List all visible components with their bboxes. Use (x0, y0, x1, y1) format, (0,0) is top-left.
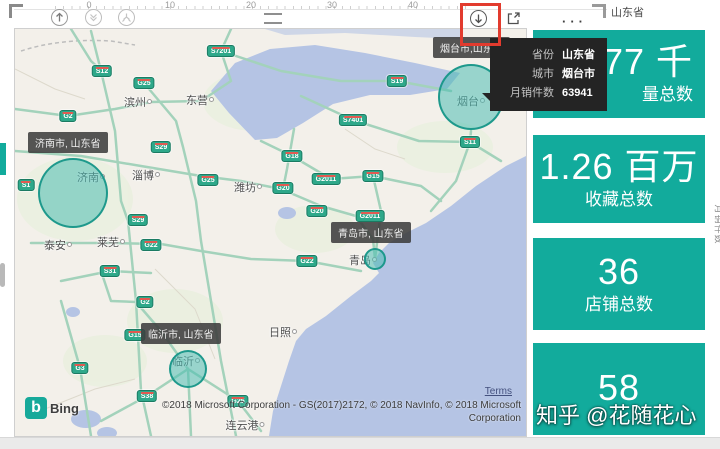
clipped-element-fragment (0, 143, 6, 175)
tooltip-row: 城市烟台市 (500, 65, 597, 84)
map-data-bubble[interactable] (169, 350, 207, 388)
road-shield: S12 (92, 65, 112, 77)
road-shield: S31 (100, 265, 120, 277)
road-shield: G3 (71, 362, 88, 374)
tooltip-label: 城市 (500, 65, 554, 84)
go-to-next-level-icon[interactable] (85, 9, 102, 26)
map-city-label: 连云港 (226, 417, 265, 433)
kpi-value: 77 千 (603, 42, 693, 82)
map-copyright-line2: Corporation (469, 413, 521, 424)
road-shield: G20 (272, 182, 293, 194)
tooltip-value: 烟台市 (562, 65, 595, 84)
expand-all-icon[interactable] (118, 9, 135, 26)
focus-mode-icon[interactable] (505, 10, 522, 27)
page-bottom-strip (0, 437, 720, 449)
bing-logo-icon: b (25, 397, 47, 419)
map-city-label: 莱芜 (97, 234, 125, 250)
visual-header-divider (14, 9, 607, 10)
tooltip-label: 月销件数 (500, 84, 554, 103)
road-shield: G25 (133, 77, 154, 89)
more-options-icon[interactable]: ··· (562, 14, 587, 29)
road-shield: G2011 (356, 210, 385, 222)
road-shield: G22 (296, 255, 317, 267)
map-city-label: 潍坊 (234, 179, 262, 195)
powerbi-canvas: 010203040 ··· (0, 0, 720, 449)
kpi-label: 收藏总数 (585, 189, 653, 211)
map-data-bubble[interactable] (364, 248, 386, 270)
adjacent-axis-title: 月销件数 (713, 204, 720, 244)
map-city-label: 日照 (269, 324, 297, 340)
clipped-handle-fragment (0, 263, 5, 287)
kpi-card[interactable]: 1.26 百万收藏总数 (533, 135, 705, 223)
map-city-label: 泰安 (44, 237, 72, 253)
map-tooltip: 省份山东省城市烟台市月销件数 63941 (490, 38, 607, 111)
selection-corner-handle[interactable] (592, 4, 606, 18)
road-shield: S19 (387, 75, 407, 87)
kpi-card[interactable]: 36店铺总数 (533, 238, 705, 330)
map-city-label: 淄博 (132, 167, 160, 183)
map-data-bubble[interactable] (38, 158, 108, 228)
road-shield: G22 (140, 239, 161, 251)
map-city-label: 滨州 (124, 94, 152, 110)
road-shield: S29 (128, 214, 148, 226)
visual-drag-handle[interactable] (264, 13, 282, 24)
tooltip-value: 63941 (562, 84, 593, 103)
drill-up-icon[interactable] (51, 9, 68, 26)
road-shield: S7201 (207, 45, 235, 57)
tooltip-value: 山东省 (562, 46, 595, 65)
map-copyright-line1: ©2018 Microsoft Corporation - GS(2017)21… (45, 400, 521, 411)
kpi-label: 店铺总数 (585, 294, 653, 316)
tooltip-row: 省份山东省 (500, 46, 597, 65)
kpi-value: 1.26 百万 (539, 147, 698, 187)
map-category-label: 济南市, 山东省 (28, 132, 108, 153)
kpi-value: 36 (598, 252, 640, 292)
road-shield: G20 (306, 205, 327, 217)
tooltip-label: 省份 (500, 46, 554, 65)
map-city-label: 东营 (186, 92, 214, 108)
map-category-label: 青岛市, 山东省 (331, 222, 411, 243)
road-shield: G18 (281, 150, 302, 162)
annotation-highlight-box (460, 3, 501, 46)
road-shield: S1 (18, 179, 35, 191)
road-shield: S7401 (339, 114, 367, 126)
tooltip-row: 月销件数 63941 (500, 84, 597, 103)
road-shield: G25 (197, 174, 218, 186)
road-shield: S29 (151, 141, 171, 153)
road-shield: S11 (460, 136, 480, 148)
filter-region-label: 山东省 (611, 4, 644, 20)
road-shield: G15 (362, 170, 383, 182)
map-category-label: 临沂市, 山东省 (141, 323, 221, 344)
road-shield: G2 (136, 296, 153, 308)
terms-link[interactable]: Terms (485, 386, 512, 397)
road-shield: G2011 (312, 173, 341, 185)
kpi-label: 量总数 (642, 84, 693, 106)
selection-corner-handle[interactable] (9, 4, 23, 18)
map-visual[interactable]: 滨州东营淄博潍坊济南泰安莱芜青岛烟台临沂日照连云港 S7201S12G25G2S… (14, 28, 527, 437)
bing-logo[interactable]: b Bing (25, 397, 79, 419)
watermark: 知乎 @花随花心 (536, 398, 708, 430)
road-shield: G2 (59, 110, 76, 122)
